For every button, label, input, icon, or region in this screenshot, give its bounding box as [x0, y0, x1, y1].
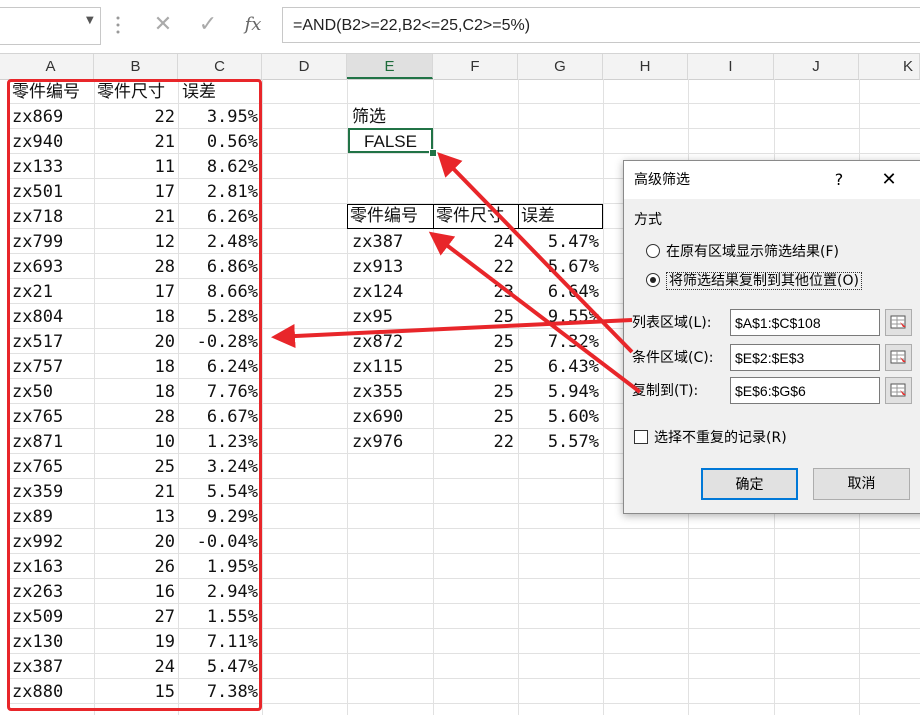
radio-button-icon[interactable] — [646, 244, 660, 258]
method-group-label: 方式 — [634, 212, 662, 228]
output-error-cell[interactable]: 5.47% — [521, 230, 599, 254]
close-icon[interactable]: ✕ — [874, 165, 904, 195]
radio-filter-in-place-label: 在原有区域显示筛选结果(F) — [666, 244, 839, 260]
insert-function-icon[interactable]: fx — [238, 10, 268, 40]
output-part-size-cell[interactable]: 25 — [436, 330, 514, 354]
output-header-part-size: 零件尺寸 — [436, 206, 504, 226]
checkbox-icon[interactable] — [634, 430, 648, 444]
ok-button[interactable]: 确定 — [701, 468, 798, 500]
output-part-size-cell[interactable]: 25 — [436, 405, 514, 429]
output-part-size-cell[interactable]: 22 — [436, 430, 514, 454]
range-picker-icon[interactable] — [885, 377, 912, 404]
column-header-a[interactable]: A — [8, 54, 94, 79]
copy-to-input[interactable]: $E$6:$G$6 — [730, 377, 880, 404]
output-part-no-cell[interactable]: zx355 — [352, 380, 433, 404]
cancel-icon[interactable]: ✕ — [150, 10, 176, 40]
criteria-label: 筛选 — [352, 107, 386, 127]
criteria-range-label: 条件区域(C): — [632, 350, 714, 366]
copy-to-label: 复制到(T): — [632, 383, 699, 399]
help-icon[interactable]: ? — [824, 165, 854, 195]
output-part-size-cell[interactable]: 25 — [436, 305, 514, 329]
output-part-no-cell[interactable]: zx115 — [352, 355, 433, 379]
output-error-cell[interactable]: 5.67% — [521, 255, 599, 279]
output-error-cell[interactable]: 9.55% — [521, 305, 599, 329]
range-picker-icon[interactable] — [885, 344, 912, 371]
output-error-cell[interactable]: 5.57% — [521, 430, 599, 454]
output-header-error: 误差 — [521, 206, 555, 226]
output-header-part-no: 零件编号 — [350, 206, 418, 226]
output-error-cell[interactable]: 7.32% — [521, 330, 599, 354]
list-range-label: 列表区域(L): — [632, 315, 712, 331]
radio-selected-icon[interactable] — [646, 273, 660, 287]
column-header-g[interactable]: G — [518, 54, 603, 79]
column-header-j[interactable]: J — [774, 54, 859, 79]
radio-filter-in-place[interactable]: 在原有区域显示筛选结果(F) — [646, 240, 839, 264]
output-part-no-cell[interactable]: zx913 — [352, 255, 433, 279]
advanced-filter-dialog: 高级筛选 ? ✕ 方式 在原有区域显示筛选结果(F) 将筛选结果复制到其他位置(… — [623, 160, 920, 514]
output-part-size-cell[interactable]: 25 — [436, 355, 514, 379]
output-part-no-cell[interactable]: zx387 — [352, 230, 433, 254]
output-part-no-cell[interactable]: zx690 — [352, 405, 433, 429]
column-header-i[interactable]: I — [688, 54, 774, 79]
name-box[interactable] — [0, 7, 101, 45]
output-part-size-cell[interactable]: 22 — [436, 255, 514, 279]
output-error-cell[interactable]: 5.60% — [521, 405, 599, 429]
list-range-input[interactable]: $A$1:$C$108 — [730, 309, 880, 336]
output-error-cell[interactable]: 5.94% — [521, 380, 599, 404]
range-picker-icon[interactable] — [885, 309, 912, 336]
formula-input[interactable]: =AND(B2>=22,B2<=25,C2>=5%) — [282, 7, 920, 43]
output-part-no-cell[interactable]: zx872 — [352, 330, 433, 354]
output-part-size-cell[interactable]: 23 — [436, 280, 514, 304]
unique-records-checkbox[interactable]: 选择不重复的记录(R) — [634, 427, 787, 449]
radio-copy-to-location[interactable]: 将筛选结果复制到其他位置(O) — [646, 269, 862, 293]
chevron-down-icon[interactable]: ▼ — [86, 15, 94, 26]
output-part-no-cell[interactable]: zx976 — [352, 430, 433, 454]
source-range-highlight — [7, 79, 262, 711]
column-header-b[interactable]: B — [94, 54, 178, 79]
dialog-title: 高级筛选 — [634, 172, 690, 188]
output-part-size-cell[interactable]: 24 — [436, 230, 514, 254]
active-cell-border — [348, 128, 433, 153]
column-header-k[interactable]: K — [859, 54, 920, 79]
output-error-cell[interactable]: 6.64% — [521, 280, 599, 304]
column-header-d[interactable]: D — [262, 54, 347, 79]
unique-records-label: 选择不重复的记录(R) — [654, 430, 787, 446]
column-header-e[interactable]: E — [347, 54, 433, 79]
column-header-f[interactable]: F — [433, 54, 518, 79]
output-error-cell[interactable]: 6.43% — [521, 355, 599, 379]
column-header-row: A B C D E F G H I J K — [0, 54, 920, 80]
dialog-title-bar[interactable]: 高级筛选 ? ✕ — [624, 161, 920, 199]
output-part-size-cell[interactable]: 25 — [436, 380, 514, 404]
formula-bar: ▼ ✕ ✓ fx =AND(B2>=22,B2<=25,C2>=5%) — [0, 0, 920, 54]
column-header-h[interactable]: H — [603, 54, 688, 79]
cancel-button[interactable]: 取消 — [813, 468, 910, 500]
radio-copy-to-location-label: 将筛选结果复制到其他位置(O) — [666, 272, 862, 290]
output-part-no-cell[interactable]: zx95 — [352, 305, 433, 329]
column-header-c[interactable]: C — [178, 54, 262, 79]
criteria-range-input[interactable]: $E$2:$E$3 — [730, 344, 880, 371]
formula-bar-grip-icon — [116, 16, 120, 34]
fill-handle[interactable] — [429, 149, 437, 157]
output-part-no-cell[interactable]: zx124 — [352, 280, 433, 304]
enter-icon[interactable]: ✓ — [195, 10, 221, 40]
